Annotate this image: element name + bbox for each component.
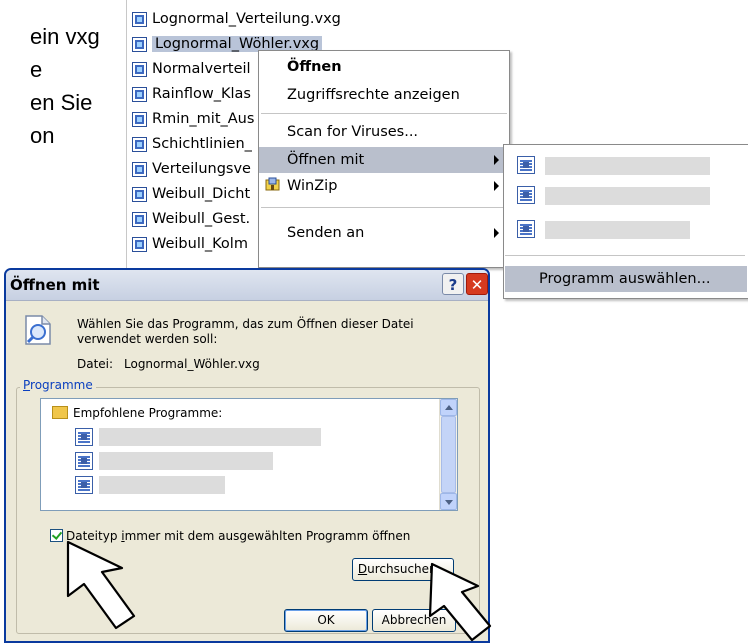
vxg-file-icon [132,211,147,227]
file-item[interactable]: Rainflow_Klas [132,83,251,105]
submenu-program-item[interactable] [512,183,732,211]
menu-item-label: Programm auswählen... [539,271,711,287]
doc-line: ein vxg [30,24,100,49]
menu-item-open-with[interactable]: Öffnen mit [259,147,509,173]
file-name: Rmin_mit_Aus [152,111,255,127]
menu-item-label: Scan for Viruses... [287,124,419,140]
redacted-program-name [99,452,273,470]
file-item[interactable]: Normalverteil [132,58,251,80]
vxg-file-icon [132,11,147,27]
file-name: Lognormal_Verteilung.vxg [152,11,341,27]
program-icon [75,428,93,446]
file-name: Rainflow_Klas [152,86,251,102]
submenu-program-item[interactable] [512,217,732,245]
info-icon [25,315,51,345]
file-label: Datei: [77,357,114,371]
program-icon [517,186,535,204]
menu-separator [261,207,507,208]
vxg-file-icon [132,236,147,252]
context-menu: Öffnen Zugriffsrechte anzeigen Scan for … [258,50,510,268]
submenu-arrow-icon [494,181,499,191]
dialog-title: Öffnen mit [10,276,100,294]
file-item[interactable]: Lognormal_Verteilung.vxg [132,8,341,30]
file-name: Schichtlinien_ [152,136,252,152]
always-open-checkbox[interactable] [50,529,63,542]
menu-item-label: Öffnen mit [287,152,365,168]
programs-group-label: Programme [20,378,96,392]
menu-separator [261,113,507,114]
program-icon [75,452,93,470]
dialog-titlebar[interactable]: Öffnen mit ? ✕ [6,270,488,301]
menu-item-open[interactable]: Öffnen [259,54,509,80]
help-button[interactable]: ? [442,273,464,295]
close-button[interactable]: ✕ [466,273,488,295]
accesskey: D [357,562,368,576]
program-icon [517,220,535,238]
folder-icon [52,406,68,419]
file-name: Weibull_Gest. [152,211,251,227]
menu-item-label: Öffnen [287,59,342,75]
file-name-value: Lognormal_Wöhler.vxg [124,357,260,371]
file-item[interactable]: Weibull_Kolm [132,233,248,255]
submenu-arrow-icon [494,228,499,238]
menu-item-send-to[interactable]: Senden an [259,220,509,246]
vxg-file-icon [132,111,147,127]
doc-line: e [30,57,43,82]
recommended-programs-header: Empfohlene Programme: [73,406,223,420]
redacted-program-name [545,221,690,239]
file-item[interactable]: Rmin_mit_Aus [132,108,254,130]
label-rest: rogramme [30,378,93,392]
ok-button[interactable]: OK [284,609,368,632]
program-list-item[interactable] [75,475,325,495]
winzip-icon [265,177,280,191]
doc-line: en Sie [30,90,93,115]
submenu-program-item[interactable] [512,153,732,181]
vxg-file-icon [132,161,147,177]
menu-separator [505,255,745,256]
file-name: Weibull_Dicht [152,186,251,202]
scroll-down-button[interactable] [440,493,457,510]
arrow-cursor-icon [66,540,136,630]
program-list-item[interactable] [75,451,325,471]
redacted-program-name [545,157,710,175]
redacted-program-name [545,187,710,205]
program-icon [517,156,535,174]
menu-item-choose-program[interactable]: Programm auswählen... [505,266,747,292]
vxg-file-icon [132,61,147,77]
vxg-file-icon [132,36,147,52]
dialog-description: Wählen Sie das Programm, das zum Öffnen … [77,317,414,346]
accesskey: P [23,378,31,392]
doc-line: on [30,123,55,148]
vxg-file-icon [132,186,147,202]
menu-item-label: Zugriffsrechte anzeigen [287,87,460,103]
menu-item-access-rights[interactable]: Zugriffsrechte anzeigen [259,82,509,108]
scrollbar[interactable] [439,399,457,510]
programs-list[interactable]: Empfohlene Programme: [40,398,458,511]
submenu-arrow-icon [494,155,499,165]
vxg-file-icon [132,136,147,152]
program-icon [75,476,93,494]
file-item[interactable]: Verteilungsve [132,158,251,180]
scroll-up-button[interactable] [440,399,457,416]
open-with-submenu: Programm auswählen... [503,144,748,299]
scroll-thumb[interactable] [441,416,456,493]
file-name: Verteilungsve [152,161,251,177]
menu-item-scan[interactable]: Scan for Viruses... [259,119,509,145]
vxg-file-icon [132,86,147,102]
file-name: Weibull_Kolm [152,236,248,252]
label-rest: mmer mit dem ausgewählten Programm öffne… [124,529,411,543]
file-item[interactable]: Weibull_Dicht [132,183,250,205]
menu-item-label: Senden an [287,225,365,241]
redacted-program-name [99,476,225,494]
menu-item-winzip[interactable]: WinZip [259,173,509,199]
menu-item-label: WinZip [287,178,338,194]
arrow-cursor-icon [428,562,492,642]
file-item[interactable]: Schichtlinien_ [132,133,252,155]
file-item[interactable]: Weibull_Gest. [132,208,250,230]
file-name: Normalverteil [152,61,251,77]
redacted-program-name [99,428,321,446]
program-list-item[interactable] [75,427,325,447]
